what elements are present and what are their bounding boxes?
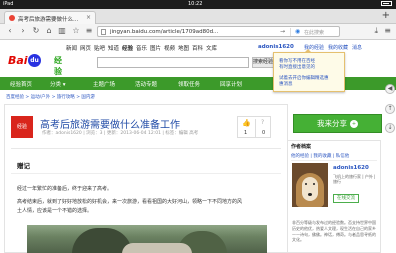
author-bio: 非百分等级与发布过的经验数。否支持世界中国历史的他优，热爱人文理，现生活在自己的… <box>292 220 376 243</box>
search-placeholder: 在此搜索 <box>304 30 325 36</box>
baidu-favicon-icon <box>9 15 15 21</box>
breadcrumb[interactable]: 百度经验 > 运动/户外 > 旅行攻略 > 国内游 <box>6 94 95 100</box>
divider <box>11 148 281 149</box>
nav-item-map[interactable]: 地图 <box>178 44 189 52</box>
close-tab-icon[interactable]: × <box>86 14 91 21</box>
nav-item-music[interactable]: 音乐 <box>136 44 147 52</box>
question-icon[interactable]: ? <box>261 119 264 126</box>
paw-icon: du <box>28 54 41 67</box>
author-profile: 作者档案 他的经验 | 我的收藏 | 私信他 adonis1620 飞机上的旅行… <box>287 140 381 253</box>
article-paragraph: 经过一年繁忙的准备后，终于迎来了高考。 <box>17 186 113 192</box>
nav-tasks[interactable]: 领取任务 <box>178 80 200 88</box>
nav-events[interactable]: 活动专题 <box>135 80 157 88</box>
nav-item-images[interactable]: 图片 <box>150 44 161 52</box>
browser-tab[interactable]: 高考后旅游需要做什么... × <box>4 11 96 24</box>
scroll-up-icon[interactable]: ↑ <box>385 104 395 114</box>
collapse-icon[interactable]: ◀ <box>385 84 395 94</box>
vote-down-count: 0 <box>262 130 266 136</box>
tab-strip: 高考后旅游需要做什么... × + <box>0 9 396 24</box>
author-links[interactable]: 他的经验 | 我的收藏 | 私信他 <box>291 153 349 159</box>
nav-item-web[interactable]: 网页 <box>80 44 91 52</box>
section-heading: 赠记 <box>17 162 30 170</box>
author-description: 飞机上的旅行家 | 户外 | 旅行 <box>333 174 376 185</box>
bookmark-icon[interactable]: ☆ <box>71 26 81 35</box>
search-input[interactable] <box>97 57 249 68</box>
my-favorites-link[interactable]: 我的收藏 <box>328 44 348 51</box>
username-link[interactable]: adonis1620 <box>258 44 294 50</box>
reload-icon[interactable]: ↻ <box>31 26 41 35</box>
messages-link[interactable]: 消息 <box>352 44 362 51</box>
nav-plan[interactable]: 回享计划 <box>220 80 242 88</box>
nav-item-wenku[interactable]: 文库 <box>206 44 217 52</box>
baidu-jingyan-logo[interactable]: Bai du 经验 <box>8 53 68 76</box>
search-button[interactable]: 搜索经验 <box>252 57 274 68</box>
popup-line-1: 看你写不用在百经 <box>279 59 315 64</box>
carrier-label: iPad <box>3 1 14 7</box>
divider <box>291 160 377 161</box>
author-heading: 作者档案 <box>291 144 312 150</box>
share-label: 我来分享 <box>317 119 347 128</box>
tab-title: 高考后旅游需要做什么... <box>18 17 79 23</box>
nav-item-news[interactable]: 新闻 <box>66 44 77 52</box>
popup-line-4[interactable]: 惠消息 <box>279 82 293 88</box>
article-meta: 作者：adonis1620 | 浏览：3 | 更新：2013-06-04 12:… <box>42 131 199 136</box>
battery-icon <box>379 1 392 7</box>
article-paragraph: 土人情，应该是一个不错的选择。 <box>17 208 93 214</box>
article-photo <box>27 225 267 253</box>
home-icon[interactable]: ⌂ <box>44 26 54 35</box>
popup-line-3[interactable]: 试着去开启你编辑精选惠 <box>279 76 329 82</box>
nav-categories[interactable]: 分类 ▾ <box>50 80 66 88</box>
share-button[interactable]: 我来分享 + <box>293 114 382 133</box>
vote-box: 👍 1 ? 0 <box>237 116 271 138</box>
scroll-down-icon[interactable]: ↓ <box>385 123 395 133</box>
page-icon <box>101 29 106 35</box>
navigation-bar: ‹ › ↻ ⌂ ▥ ☆ ≡ jingyan.baidu.com/article/… <box>0 24 396 40</box>
online-chat-button[interactable]: 在线交流 <box>333 194 359 203</box>
nav-home[interactable]: 经验首页 <box>10 80 32 88</box>
menu-icon[interactable]: ≡ <box>384 26 391 35</box>
thumbs-up-icon[interactable]: 👍 <box>242 119 251 127</box>
article-paragraph: 高考结束后，就到了好好地放松的好机会，来一次旅游，看看祖国的大好河山，领略一下不… <box>17 199 243 205</box>
nav-item-zhidao[interactable]: 知道 <box>108 44 119 52</box>
nav-item-video[interactable]: 视频 <box>164 44 175 52</box>
back-icon[interactable]: ‹ <box>5 26 15 35</box>
status-bar: iPad 10:22 <box>0 0 396 9</box>
url-field[interactable]: jingyan.baidu.com/article/1709ad80d... →… <box>97 26 340 37</box>
author-name[interactable]: adonis1620 <box>333 165 369 171</box>
avatar[interactable] <box>292 163 328 207</box>
article-card: 经验 高考后旅游需要做什么准备工作 作者：adonis1620 | 浏览：3 |… <box>4 104 288 253</box>
logo-text: Bai <box>8 54 28 67</box>
nav-item-baike[interactable]: 百科 <box>192 44 203 52</box>
forward-icon[interactable]: › <box>18 26 28 35</box>
article-badge: 经验 <box>11 116 33 138</box>
nav-item-jingyan[interactable]: 经验 <box>122 44 133 52</box>
clock: 10:22 <box>188 1 203 7</box>
divider <box>11 173 281 174</box>
url-text: jingyan.baidu.com/article/1709ad80d... <box>110 29 219 35</box>
logo-jingyan: 经验 <box>54 56 62 76</box>
vote-up-count: 1 <box>244 130 248 136</box>
go-icon[interactable]: → <box>280 28 285 35</box>
list-icon[interactable]: ≡ <box>84 26 94 35</box>
divider <box>255 119 256 137</box>
nav-item-tieba[interactable]: 贴吧 <box>94 44 105 52</box>
search-engine-icon[interactable]: ◉ <box>295 28 300 35</box>
books-icon[interactable]: ▥ <box>57 26 67 35</box>
article-title: 高考后旅游需要做什么准备工作 <box>40 120 180 131</box>
divider <box>290 28 291 36</box>
new-tab-icon[interactable]: + <box>382 10 390 21</box>
nav-topics[interactable]: 主题广场 <box>93 80 115 88</box>
plus-icon: + <box>350 120 358 128</box>
download-icon[interactable]: ⤓ <box>374 26 378 36</box>
popup-line-2: 有时直接出意见的 <box>279 65 315 70</box>
notification-popup[interactable]: 看你写不用在百经 有时直接出意见的 试着去开启你编辑精选惠 惠消息 <box>273 49 345 92</box>
